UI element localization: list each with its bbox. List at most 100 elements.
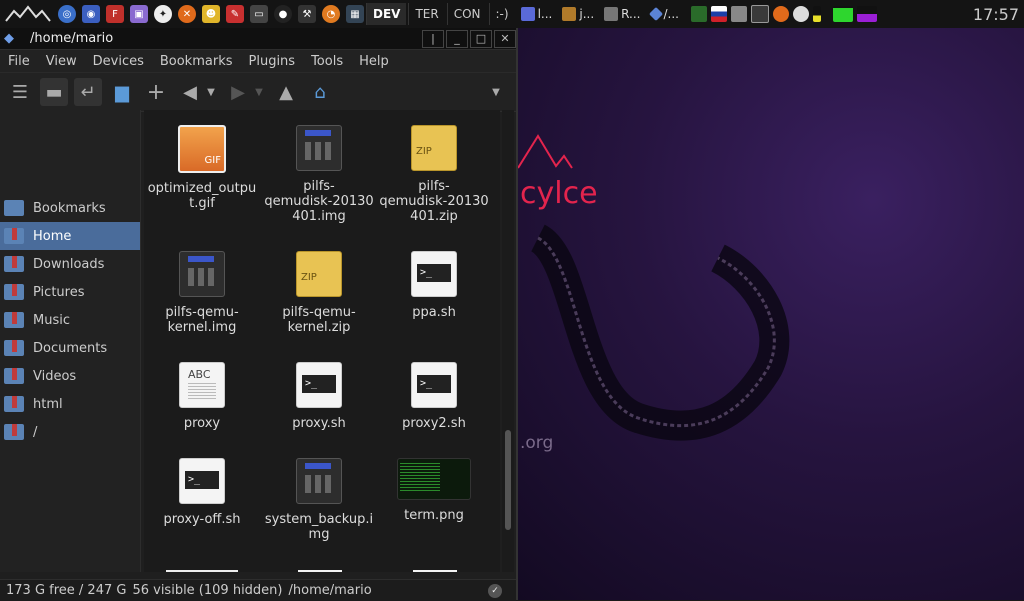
new-tab-icon[interactable]: + xyxy=(142,78,170,106)
check-icon[interactable] xyxy=(691,6,707,22)
task-2[interactable]: j... xyxy=(558,3,598,25)
check-status-icon[interactable]: ✓ xyxy=(488,583,502,598)
app-icon xyxy=(604,7,619,21)
file-item[interactable]: proxy2.sh xyxy=(376,362,492,431)
bookmark-folder-icon xyxy=(4,228,24,244)
workspace-con[interactable]: CON xyxy=(446,3,487,25)
sidebar-item-downloads[interactable]: Downloads xyxy=(0,250,140,278)
sidebar-item-label: Home xyxy=(33,228,72,244)
filezilla-launcher-icon[interactable]: F xyxy=(106,5,124,23)
file-item[interactable]: proxy xyxy=(144,362,260,431)
sidebar-item-documents[interactable]: Documents xyxy=(0,334,140,362)
menu-bar: File View Devices Bookmarks Plugins Tool… xyxy=(0,50,516,73)
partial-file-icon xyxy=(413,570,457,572)
file-item[interactable]: term.png xyxy=(376,458,492,523)
clock[interactable]: 17:57 xyxy=(973,5,1019,24)
list-view-icon[interactable]: ☰ xyxy=(6,78,34,106)
menu-tools[interactable]: Tools xyxy=(303,54,351,69)
sidebar-item-html[interactable]: html xyxy=(0,390,140,418)
file-item[interactable]: ppa.sh xyxy=(376,251,492,320)
menu-help[interactable]: Help xyxy=(351,54,397,69)
system-launcher-icon[interactable]: ▦ xyxy=(346,5,364,23)
menu-file[interactable]: File xyxy=(0,54,38,69)
disk-image-icon xyxy=(296,458,342,504)
volume-icon[interactable] xyxy=(731,6,747,22)
file-label-line: proxy-off.sh xyxy=(163,512,241,527)
file-item[interactable]: system_backup.i mg xyxy=(261,458,377,542)
file-label-line: qemudisk-20130 xyxy=(264,194,374,209)
clock-tray-icon[interactable] xyxy=(793,6,809,22)
monitor-launcher-icon[interactable]: ▭ xyxy=(250,5,268,23)
workspace-smile[interactable]: :-) xyxy=(488,3,515,25)
app-icon xyxy=(520,7,535,21)
menu-devices[interactable]: Devices xyxy=(85,54,152,69)
icon-view[interactable]: optimized_outpu t.gif pilfs- qemudisk-20… xyxy=(144,110,500,572)
x-tray-icon[interactable] xyxy=(773,6,789,22)
blender-launcher-icon[interactable]: ◔ xyxy=(322,5,340,23)
menu-bookmarks[interactable]: Bookmarks xyxy=(152,54,241,69)
image-viewer-launcher-icon[interactable]: ▣ xyxy=(130,5,148,23)
sidebar-item-root[interactable]: / xyxy=(0,418,140,446)
sidebar-item-home[interactable]: Home xyxy=(0,222,140,250)
sidebar-item-videos[interactable]: Videos xyxy=(0,362,140,390)
maximize-button[interactable]: □ xyxy=(470,29,492,48)
task-4[interactable]: /... xyxy=(647,3,684,25)
workspace-dev[interactable]: DEV xyxy=(366,3,407,25)
file-item[interactable]: proxy.sh xyxy=(261,362,377,431)
sidebar-item-label: / xyxy=(33,424,38,440)
menu-view[interactable]: View xyxy=(38,54,85,69)
cpu-graph-icon xyxy=(833,6,853,22)
sidebar-item-bookmarks[interactable]: Bookmarks xyxy=(0,194,140,222)
sidebar-item-music[interactable]: Music xyxy=(0,306,140,334)
forward-history-icon[interactable]: ▼ xyxy=(252,78,266,106)
shell-script-icon xyxy=(411,251,457,297)
system-tray xyxy=(689,5,879,23)
up-folder-jump-icon[interactable]: ↵ xyxy=(74,78,102,106)
home-folder-icon[interactable]: ⌂ xyxy=(306,78,334,106)
file-item[interactable]: pilfs- qemudisk-20130 401.zip xyxy=(376,125,492,224)
toolbar-overflow-icon[interactable]: ▼ xyxy=(482,78,510,106)
task-1[interactable]: l... xyxy=(517,3,557,25)
task-label: /... xyxy=(663,7,680,21)
bookmarks-folder-icon xyxy=(4,200,24,216)
title-bar[interactable]: ◆ /home/mario | _ □ ✕ xyxy=(0,28,516,50)
bookmark-folder-icon xyxy=(4,424,24,440)
file-item[interactable]: optimized_outpu t.gif xyxy=(144,125,260,211)
sidebar-item-pictures[interactable]: Pictures xyxy=(0,278,140,306)
vertical-scrollbar[interactable] xyxy=(502,110,514,572)
network-icon[interactable] xyxy=(751,5,769,23)
x-launcher-icon[interactable]: ✕ xyxy=(178,5,196,23)
browser-launcher-icon[interactable]: ◎ xyxy=(58,5,76,23)
file-label-line: kernel.img xyxy=(167,320,237,335)
forward-arrow-icon[interactable]: ▶ xyxy=(224,78,252,106)
bookmark-folder-icon xyxy=(4,368,24,384)
menu-plugins[interactable]: Plugins xyxy=(241,54,304,69)
gimp-launcher-icon[interactable]: ✦ xyxy=(154,5,172,23)
close-button[interactable]: ✕ xyxy=(494,29,516,48)
tools-launcher-icon[interactable]: ⚒ xyxy=(298,5,316,23)
new-folder-icon[interactable]: ▆ xyxy=(108,78,136,106)
task-3[interactable]: R... xyxy=(600,3,644,25)
file-item[interactable]: pilfs- qemudisk-20130 401.img xyxy=(261,125,377,224)
editor-launcher-icon[interactable]: ✎ xyxy=(226,5,244,23)
pets-launcher-icon[interactable]: ☻ xyxy=(202,5,220,23)
file-label-line: optimized_outpu xyxy=(147,181,257,196)
up-arrow-icon[interactable]: ▲ xyxy=(272,78,300,106)
shade-button[interactable]: | xyxy=(422,29,444,48)
toolbar: ☰ ▬ ↵ ▆ + ◀ ▼ ▶ ▼ ▲ ⌂ ▼ xyxy=(0,73,516,112)
network-launcher-icon[interactable]: ◉ xyxy=(82,5,100,23)
terminal-launcher-icon[interactable]: ● xyxy=(274,5,292,23)
file-item[interactable]: proxy-off.sh xyxy=(144,458,260,527)
file-item[interactable]: pilfs-qemu- kernel.img xyxy=(144,251,260,335)
minimize-button[interactable]: _ xyxy=(446,29,468,48)
current-path-label: /home/mario xyxy=(288,583,372,598)
bookmark-folder-icon xyxy=(4,312,24,328)
menu-logo-icon[interactable] xyxy=(4,3,52,25)
back-history-icon[interactable]: ▼ xyxy=(204,78,218,106)
keyboard-layout-icon[interactable] xyxy=(711,6,727,22)
scrollbar-thumb[interactable] xyxy=(505,430,511,530)
device-panel-icon[interactable]: ▬ xyxy=(40,78,68,106)
file-item[interactable]: pilfs-qemu- kernel.zip xyxy=(261,251,377,335)
workspace-ter[interactable]: TER xyxy=(408,3,444,25)
back-arrow-icon[interactable]: ◀ xyxy=(176,78,204,106)
